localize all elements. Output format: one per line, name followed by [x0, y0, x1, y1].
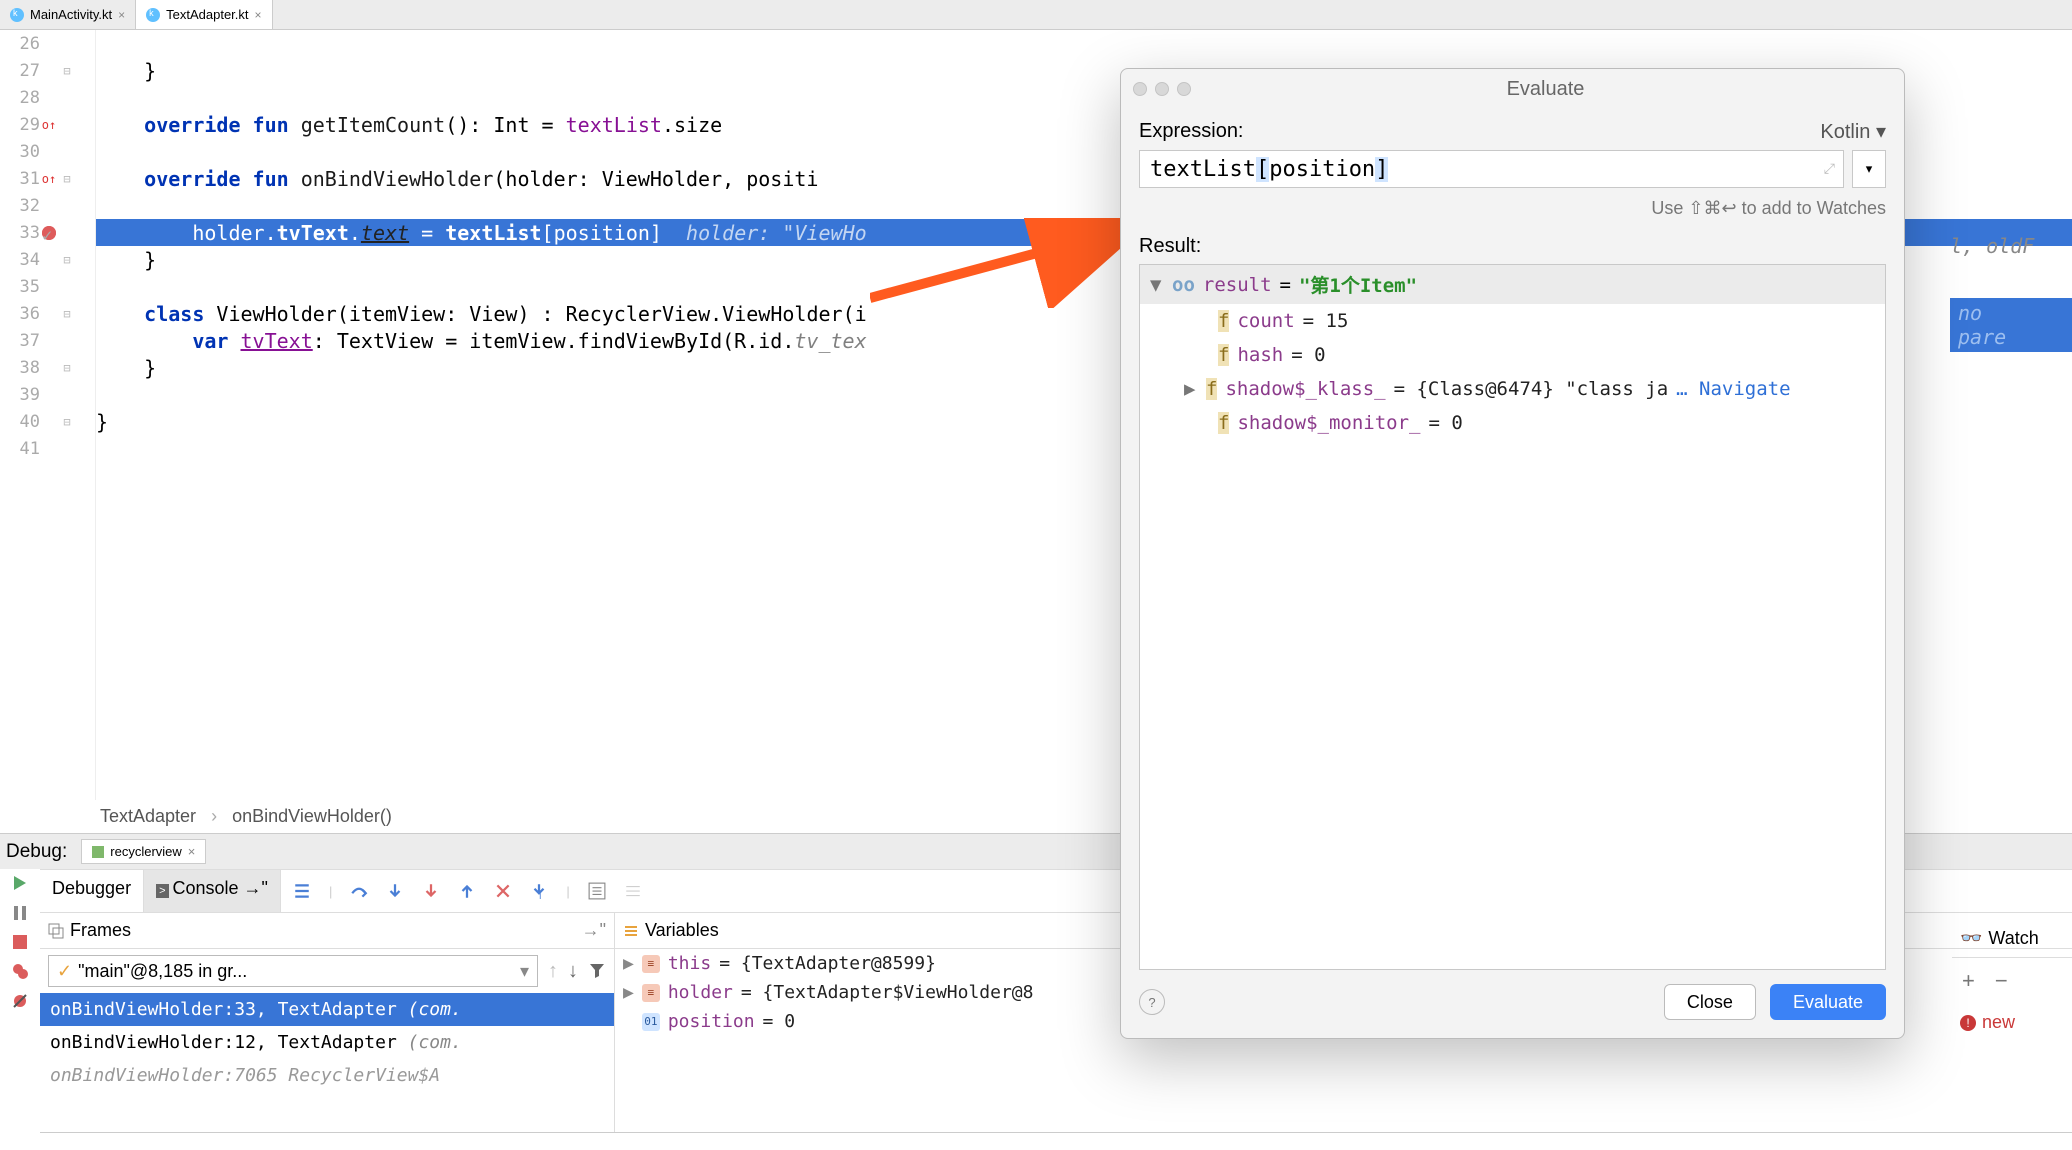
kotlin-file-icon	[146, 8, 160, 22]
window-controls[interactable]	[1133, 82, 1191, 96]
pause-icon[interactable]	[12, 905, 28, 921]
result-node[interactable]: ▼oo result = "第1个Item"	[1140, 265, 1885, 304]
glasses-icon: 👓	[1960, 928, 1982, 949]
close-icon[interactable]: ×	[188, 844, 196, 859]
field-icon: f	[1206, 378, 1217, 400]
filter-icon[interactable]	[588, 962, 606, 980]
tab-debugger[interactable]: Debugger	[40, 870, 144, 912]
tab-label: MainActivity.kt	[30, 7, 112, 22]
expression-input[interactable]: textList[position] ⤢	[1139, 150, 1844, 188]
evaluate-dialog: Evaluate Expression: Kotlin ▾ textList[p…	[1120, 68, 1905, 1039]
svg-text:I: I	[539, 891, 542, 900]
inline-value-hint: no pare	[1950, 298, 2072, 352]
result-tree[interactable]: ▼oo result = "第1个Item" fcount = 15 fhash…	[1139, 264, 1886, 970]
editor-tabs: MainActivity.kt × TextAdapter.kt ×	[0, 0, 2072, 30]
field-icon: ≡	[642, 955, 660, 973]
step-into-icon[interactable]	[386, 882, 404, 900]
frame-row[interactable]: onBindViewHolder:33, TextAdapter (com.	[40, 993, 614, 1026]
debug-label: Debug:	[6, 841, 67, 863]
shortcut-hint: Use ⇧⌘↩ to add to Watches	[1139, 198, 1886, 219]
override-icon[interactable]: o↑	[40, 172, 58, 186]
kotlin-file-icon	[10, 8, 24, 22]
evaluate-button[interactable]: Evaluate	[1770, 984, 1886, 1020]
tab-label: TextAdapter.kt	[166, 7, 248, 22]
minimize-window-icon[interactable]	[1155, 82, 1169, 96]
result-field[interactable]: fhash = 0	[1140, 338, 1885, 372]
prev-frame-icon[interactable]: ↑	[548, 960, 558, 983]
dialog-title: Evaluate	[1199, 78, 1892, 101]
tab-textadapter[interactable]: TextAdapter.kt ×	[136, 0, 272, 29]
object-icon: oo	[1172, 274, 1195, 296]
navigate-link[interactable]: … Navigate	[1676, 378, 1790, 400]
add-watch-icon[interactable]: +	[1962, 968, 1975, 994]
step-out-icon[interactable]	[458, 882, 476, 900]
next-frame-icon[interactable]: ↓	[568, 960, 578, 983]
debug-left-actions	[0, 869, 40, 1133]
breakpoint-icon[interactable]: ✓	[40, 226, 58, 240]
remove-watch-icon[interactable]: −	[1995, 968, 2008, 994]
field-icon: ≡	[642, 984, 660, 1002]
watches-panel: 👓Watch +− !new	[1952, 920, 2072, 1120]
result-field[interactable]: fshadow$_monitor_ = 0	[1140, 406, 1885, 440]
breadcrumb-class[interactable]: TextAdapter	[100, 806, 196, 826]
language-dropdown[interactable]: Kotlin ▾	[1820, 119, 1886, 144]
zoom-window-icon[interactable]	[1177, 82, 1191, 96]
threads-icon[interactable]	[293, 882, 311, 900]
run-to-cursor-icon[interactable]: I	[530, 882, 548, 900]
tab-console[interactable]: >Console →"	[144, 870, 281, 912]
expand-icon[interactable]: ⤢	[1824, 161, 1835, 177]
field-icon: f	[1218, 310, 1229, 332]
close-icon[interactable]: ×	[118, 8, 125, 22]
resume-icon[interactable]	[12, 875, 28, 891]
frames-panel: Frames →" ✓ "main"@8,185 in gr... ▾ ↑ ↓ …	[40, 913, 615, 1132]
view-breakpoints-icon[interactable]	[12, 963, 28, 979]
result-field[interactable]: fcount = 15	[1140, 304, 1885, 338]
frame-row[interactable]: onBindViewHolder:12, TextAdapter (com.	[40, 1026, 614, 1059]
expression-label: Expression:	[1139, 120, 1244, 143]
restore-layout-icon[interactable]: →"	[582, 920, 606, 941]
frame-row[interactable]: onBindViewHolder:7065 RecyclerView$A	[40, 1059, 614, 1092]
result-label: Result:	[1139, 235, 1886, 258]
stop-icon[interactable]	[13, 935, 27, 949]
run-config-tab[interactable]: recyclerview ×	[81, 839, 206, 864]
evaluate-expression-icon[interactable]	[588, 882, 606, 900]
frames-icon	[48, 923, 64, 939]
android-icon	[92, 846, 104, 858]
override-icon[interactable]: o↑	[40, 118, 58, 132]
dialog-titlebar[interactable]: Evaluate	[1121, 69, 1904, 109]
history-dropdown[interactable]: ▾	[1852, 150, 1886, 188]
tab-mainactivity[interactable]: MainActivity.kt ×	[0, 0, 136, 29]
close-button[interactable]: Close	[1664, 984, 1756, 1020]
field-icon: f	[1218, 344, 1229, 366]
trace-icon[interactable]	[624, 882, 642, 900]
breadcrumb-method[interactable]: onBindViewHolder()	[232, 806, 392, 826]
drop-frame-icon[interactable]	[494, 882, 512, 900]
inline-hint: l, oldF	[1950, 234, 2034, 258]
close-icon[interactable]: ×	[255, 8, 262, 22]
gutter: 26 27⊟ 28 29o↑ 30 31o↑⊟ 32 33✓ 34⊟ 35 36…	[0, 30, 96, 800]
error-icon: !	[1960, 1015, 1976, 1031]
primitive-icon: 01	[642, 1013, 660, 1031]
variables-icon	[623, 923, 639, 939]
force-step-into-icon[interactable]	[422, 882, 440, 900]
mute-breakpoints-icon[interactable]	[12, 993, 28, 1009]
thread-combo[interactable]: ✓ "main"@8,185 in gr... ▾	[48, 955, 538, 987]
step-over-icon[interactable]	[350, 882, 368, 900]
close-window-icon[interactable]	[1133, 82, 1147, 96]
help-icon[interactable]: ?	[1139, 989, 1165, 1015]
result-field[interactable]: ▶fshadow$_klass_ = {Class@6474} "class j…	[1140, 372, 1885, 406]
field-icon: f	[1218, 412, 1229, 434]
